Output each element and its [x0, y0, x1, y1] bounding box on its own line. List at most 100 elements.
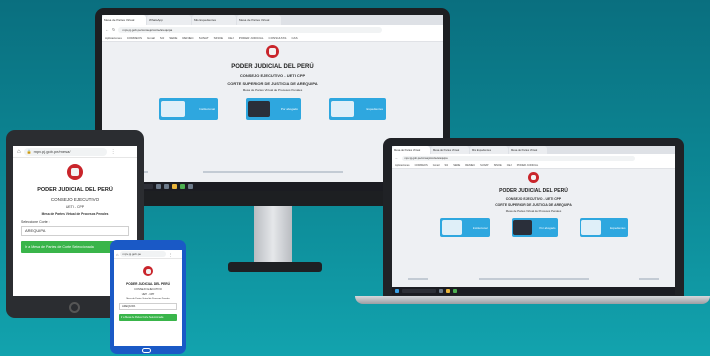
option-cards: Institucional Por abogado Expedientes [102, 98, 443, 120]
abogado-card[interactable]: Por abogado [511, 218, 558, 237]
taskbar [392, 287, 675, 295]
home-icon[interactable]: ⌂ [116, 252, 118, 257]
lock-icon: 🔒 [26, 149, 32, 154]
menu-icon[interactable]: ⋮ [168, 252, 172, 257]
page-content: PODER JUDICIAL DEL PERÚ CONSEJO EJECUTIV… [114, 266, 182, 321]
ueti-title: UETI - CPP [65, 205, 85, 209]
home-icon[interactable]: ⌂ [17, 149, 21, 155]
people-icon [513, 220, 532, 235]
url-field[interactable]: mpv.pj.gob.pe/consejo/corte/arequipa [118, 26, 383, 33]
page-footer [392, 278, 675, 283]
bookmark[interactable]: SEDE [169, 36, 177, 40]
browser-tab[interactable]: WhatsApp [147, 15, 191, 25]
bookmark[interactable]: RENIEC [182, 36, 193, 40]
browser-tab[interactable]: Mis Expedientes [192, 15, 236, 25]
url-field[interactable]: mpv.pj.gob.pe/consejo/corte/arequipa [401, 155, 635, 161]
folder-icon[interactable] [446, 289, 450, 293]
bookmark[interactable]: CORREOS [415, 164, 428, 167]
card-label: Expedientes [366, 107, 383, 111]
court-title: CORTE SUPERIOR DE JUSTICIA DE AREQUIPA [227, 81, 318, 86]
page-title: PODER JUDICIAL DEL PERÚ [37, 187, 113, 193]
url-field[interactable]: 🔒 mpv.pj.gob.pe/mesa/ [23, 147, 107, 156]
card-label: Institucional [199, 107, 215, 111]
institucional-card[interactable]: Institucional [159, 98, 218, 120]
windows-start-icon[interactable] [395, 289, 399, 293]
tablet-home-button[interactable] [69, 302, 80, 313]
bookmark[interactable]: SINOE [494, 164, 502, 167]
phone-screen: ⌂ mpv.pj.gob.pe ⋮ PODER JUDICIAL DEL PER… [114, 250, 182, 346]
taskbar-search[interactable] [402, 289, 436, 293]
laptop: Mesa de Partes Virtual Mesa de Partes Vi… [383, 138, 684, 303]
menu-icon[interactable]: ⋮ [111, 149, 116, 155]
browser-tab[interactable]: Mesa de Partes Virtual [509, 146, 547, 154]
taskbar-app-icon[interactable] [439, 289, 443, 293]
taskbar-app-icon[interactable] [188, 184, 193, 189]
bookmark[interactable]: SIJ [444, 164, 448, 167]
chrome-icon[interactable] [453, 289, 457, 293]
smartphone: ⌂ mpv.pj.gob.pe ⋮ PODER JUDICIAL DEL PER… [110, 240, 186, 354]
back-icon[interactable]: ← [105, 27, 109, 32]
bookmark[interactable]: CEJ [507, 164, 512, 167]
browser-tab[interactable]: Mesa de Partes Virtual [392, 146, 430, 154]
go-to-court-button[interactable]: Ir a Mesa de Partes Corte Seleccionada [119, 314, 177, 321]
documents-icon [581, 220, 601, 235]
browser-tab-bar: Mesa de Partes Virtual Mesa de Partes Vi… [392, 146, 675, 154]
documents-icon [331, 100, 355, 118]
chrome-icon[interactable] [180, 184, 185, 189]
bookmark[interactable]: RENIEC [465, 164, 475, 167]
browser-tab[interactable]: Mesa de Partes Virtual [237, 15, 281, 25]
court-select[interactable]: AREQUIPA [21, 226, 129, 236]
bookmark[interactable]: SUNAT [480, 164, 489, 167]
bookmark[interactable]: Aplicaciones [105, 36, 122, 40]
taskbar-app-icon[interactable] [156, 184, 161, 189]
reload-icon[interactable]: ↻ [112, 27, 115, 32]
footer-line [478, 278, 589, 280]
url-field[interactable]: mpv.pj.gob.pe [120, 251, 167, 257]
bookmarks-bar: Aplicaciones CORREOS Gmail SIJ SEDE RENI… [392, 162, 675, 169]
browser-tab[interactable]: Mesa de Partes Virtual [431, 146, 469, 154]
ueti-title: UETI - CPP [141, 293, 155, 296]
card-label: Institucional [472, 225, 488, 230]
bookmark[interactable]: SINOE [214, 36, 223, 40]
mesa-subtitle: Mesa de Partes Virtual de Procesos Penal… [41, 212, 109, 216]
people-icon [248, 100, 271, 118]
institucional-card[interactable]: Institucional [439, 218, 490, 237]
expedientes-card[interactable]: Expedientes [329, 98, 386, 120]
bookmark[interactable]: PODER JUDICIAL [517, 164, 538, 167]
mesa-subtitle: Mesa de Partes Virtual de Procesos Penal… [505, 209, 562, 213]
bookmark[interactable]: SEDE [453, 164, 460, 167]
council-title: CONSEJO EJECUTIVO - UETI CPP [239, 73, 306, 78]
council-title: CONSEJO EJECUTIVO - UETI CPP [505, 197, 562, 201]
taskbar-app-icon[interactable] [164, 184, 169, 189]
browser-tab[interactable]: Mesa de Partes Virtual [102, 15, 146, 25]
bookmarks-bar: Aplicaciones CORREOS Gmail SIJ SEDE RENI… [102, 34, 443, 42]
bookmark[interactable]: CEJ [228, 36, 234, 40]
bookmark[interactable]: PODER JUDICIAL [239, 36, 264, 40]
bookmark[interactable]: CONSULTAS [269, 36, 287, 40]
bookmark[interactable]: SIJ [160, 36, 164, 40]
council-title: CONSEJO EJECUTIVO [50, 197, 100, 202]
bookmark[interactable]: Aplicaciones [395, 164, 410, 167]
bookmark[interactable]: CORREOS [127, 36, 142, 40]
poder-judicial-logo [67, 164, 83, 180]
building-icon [161, 100, 185, 118]
bookmark[interactable]: Gmail [433, 164, 440, 167]
bookmark[interactable]: SUNAT [199, 36, 209, 40]
poder-judicial-logo [266, 45, 279, 58]
back-icon[interactable]: ← [395, 156, 399, 160]
select-label: Seleccione Corte : [21, 220, 50, 224]
bookmark[interactable]: Gmail [147, 36, 155, 40]
browser-tab[interactable]: Mis Expedientes [470, 146, 508, 154]
court-title: CORTE SUPERIOR DE JUSTICIA DE AREQUIPA [495, 203, 572, 207]
court-select[interactable]: AREQUIPA [119, 303, 177, 310]
card-label: Expedientes [610, 225, 626, 230]
bookmark[interactable]: CAS [291, 36, 297, 40]
page-content: PODER JUDICIAL DEL PERÚ CONSEJO EJECUTIV… [102, 45, 443, 120]
folder-icon[interactable] [172, 184, 177, 189]
page-title: PODER JUDICIAL DEL PERÚ [499, 188, 568, 194]
expedientes-card[interactable]: Expedientes [579, 218, 628, 237]
laptop-base [355, 296, 710, 304]
mobile-address-bar: ⌂ 🔒 mpv.pj.gob.pe/mesa/ ⋮ [13, 146, 137, 158]
footer-line [202, 171, 343, 173]
abogado-card[interactable]: Por abogado [246, 98, 301, 120]
